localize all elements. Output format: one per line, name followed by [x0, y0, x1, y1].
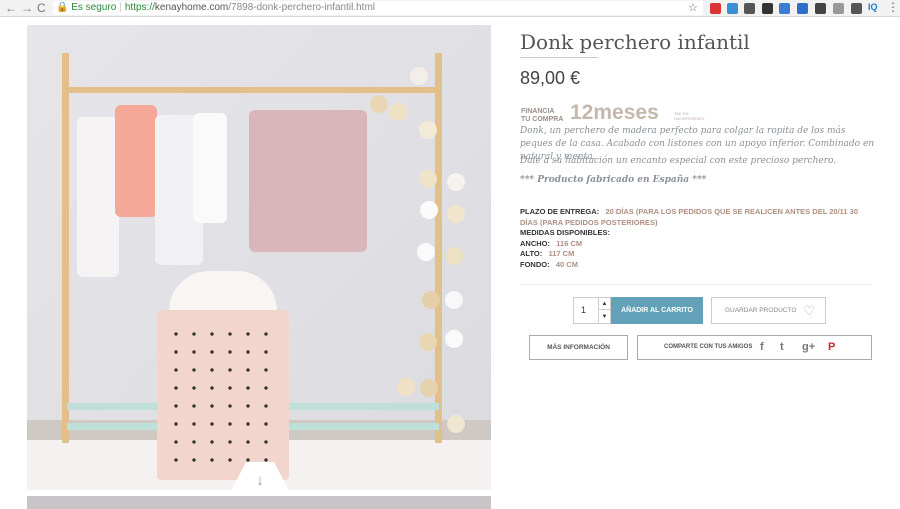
hanging-clothes: [193, 113, 227, 223]
measures-label: MEDIDAS DISPONIBLES:: [520, 228, 611, 237]
product-specs: PLAZO DE ENTREGA: 20 DÍAS (PARA LOS PEDI…: [520, 207, 870, 270]
facebook-icon[interactable]: f: [760, 336, 764, 359]
hanging-clothes: [249, 110, 367, 252]
browser-toolbar: ← → C 🔒 Es seguro | https://kenayhome.com/…: [0, 0, 900, 17]
quantity-down-icon[interactable]: ▼: [598, 311, 610, 323]
financing-terms: TAE 0% SIN INTERESES: [674, 111, 705, 121]
pinterest-extension-icon[interactable]: [710, 3, 721, 14]
url-path: /7898-donk-perchero-infantil.html: [228, 2, 376, 13]
extension-icon[interactable]: [727, 3, 738, 14]
google-plus-icon[interactable]: g+: [802, 336, 815, 359]
iq-extension-icon[interactable]: IQ: [868, 2, 878, 12]
width-value: 116 CM: [556, 238, 583, 248]
quantity-input[interactable]: 1: [581, 305, 586, 315]
reload-icon[interactable]: C: [37, 1, 46, 15]
product-description-2: Dale a su habitación un encanto especial…: [520, 156, 837, 166]
extension-icon[interactable]: [797, 3, 808, 14]
product-image-thumbnail[interactable]: [27, 496, 491, 509]
section-divider: [520, 284, 872, 285]
delivery-label: PLAZO DE ENTREGA:: [520, 207, 600, 216]
financing-label[interactable]: FINANCIA TU COMPRA: [521, 108, 563, 124]
url-host: kenayhome.com: [154, 2, 229, 13]
share-box: COMPARTE CON TUS AMIGOS f t g+ P: [637, 335, 872, 360]
address-bar[interactable]: 🔒 Es seguro | https://kenayhome.com/7898-d…: [53, 1, 703, 15]
extension-icon[interactable]: [779, 3, 790, 14]
extension-icon[interactable]: [762, 3, 773, 14]
secure-label: Es seguro: [71, 2, 117, 13]
width-label: ANCHO:: [520, 238, 550, 248]
extension-icon[interactable]: [815, 3, 826, 14]
title-divider: [520, 57, 598, 58]
product-price: 89,00 €: [520, 68, 581, 88]
quantity-up-icon[interactable]: ▲: [598, 298, 610, 310]
browser-menu-icon[interactable]: ⋮: [887, 0, 899, 14]
hanging-clothes: [77, 117, 119, 277]
product-title: Donk perchero infantil: [520, 30, 750, 54]
financing-months[interactable]: 12meses: [570, 101, 659, 125]
made-in-note: *** Producto fabricado en España ***: [520, 175, 707, 185]
height-value: 117 CM: [548, 249, 575, 258]
twitter-icon[interactable]: t: [780, 336, 784, 359]
share-label: COMPARTE CON TUS AMIGOS: [664, 344, 753, 350]
forward-icon[interactable]: →: [21, 1, 33, 15]
more-info-button[interactable]: MÁS INFORMACIÓN: [529, 335, 628, 360]
extension-icon[interactable]: [851, 3, 862, 14]
hanging-clothes: [115, 105, 157, 217]
lock-icon: 🔒: [56, 2, 69, 13]
add-to-cart-button[interactable]: AÑADIR AL CARRITO: [611, 297, 703, 324]
quantity-stepper[interactable]: 1 ▲ ▼: [573, 297, 611, 324]
pinterest-icon[interactable]: P: [828, 336, 835, 359]
save-product-label: GUARDAR PRODUCTO: [725, 307, 797, 314]
product-image[interactable]: ↓: [27, 25, 491, 490]
url-scheme: https://: [124, 2, 155, 13]
heart-icon: ♡: [803, 303, 815, 318]
extension-icon[interactable]: [744, 3, 755, 14]
save-product-button[interactable]: GUARDAR PRODUCTO ♡: [711, 297, 826, 324]
extension-icon[interactable]: [833, 3, 844, 14]
depth-label: FONDO:: [520, 259, 550, 269]
back-icon[interactable]: ←: [5, 1, 17, 15]
depth-value: 40 CM: [555, 259, 578, 269]
height-label: ALTO:: [520, 249, 543, 258]
bookmark-star-icon[interactable]: ☆: [688, 1, 698, 14]
